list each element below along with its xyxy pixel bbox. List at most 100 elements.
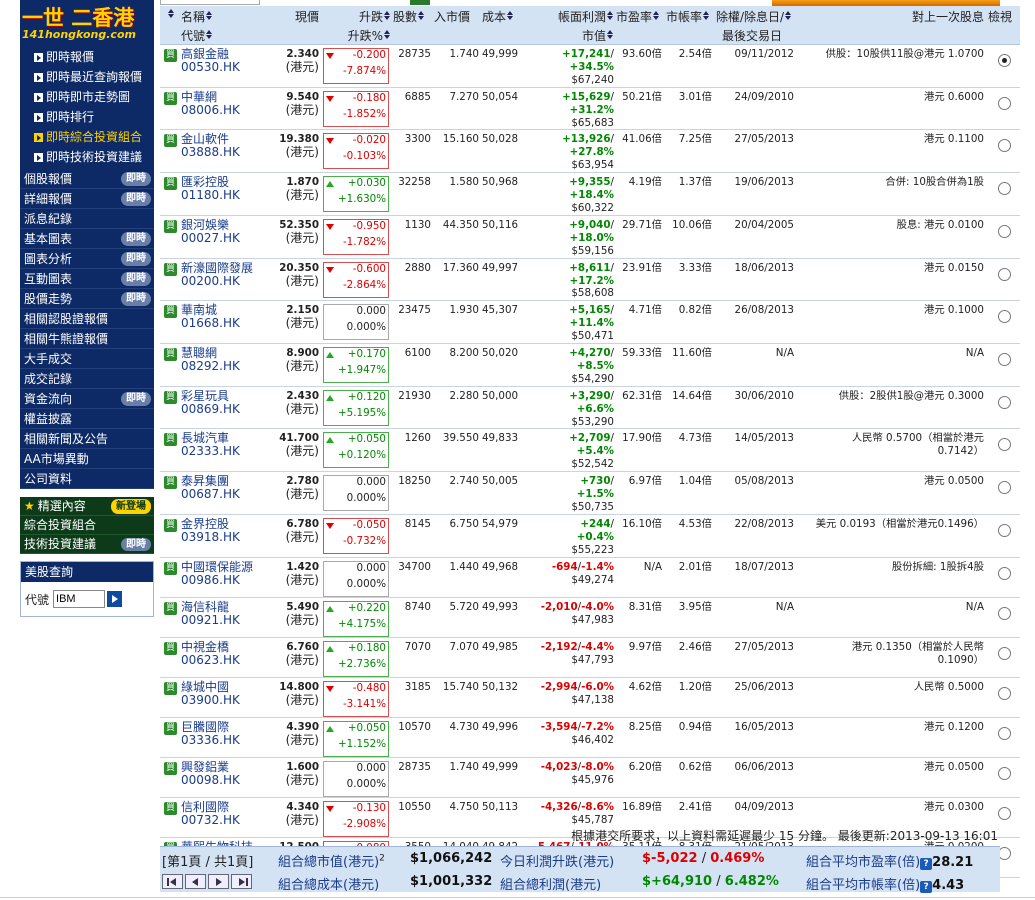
view-radio[interactable] [997,310,1011,324]
view-radio[interactable] [997,566,1011,580]
submenu-item[interactable]: 即時技術投資建議 [20,147,154,167]
stock-name-link[interactable]: 中國環保能源 [181,560,259,574]
view-radio[interactable] [997,224,1011,238]
view-radio[interactable] [997,267,1011,281]
stock-code-link[interactable]: 01180.HK [181,189,259,202]
sidebar-item[interactable]: 成交記錄 [20,369,154,389]
view-radio[interactable] [997,353,1011,367]
stock-name-link[interactable]: 中視金橋 [181,640,259,654]
go-arrow-button[interactable] [107,591,123,607]
buy-button[interactable]: 買 [164,305,177,319]
stock-code-link[interactable]: 03900.HK [181,693,259,707]
submenu-item[interactable]: 即時報價 [20,47,154,67]
view-radio[interactable] [997,139,1011,153]
view-radio[interactable] [997,481,1011,495]
submenu-item[interactable]: 即時綜合投資組合 [20,127,154,147]
help-icon[interactable]: ? [920,858,933,870]
view-radio[interactable] [997,606,1011,620]
last-page-button[interactable] [231,874,252,889]
sidebar-item[interactable]: 詳細報價 即時 [20,189,154,209]
stock-name-link[interactable]: 海信科龍 [181,600,259,614]
stock-code-link[interactable]: 03918.HK [181,530,259,544]
col-shares[interactable]: 股數 [393,6,434,45]
sidebar-item[interactable]: 大手成交 [20,349,154,369]
stock-code-link[interactable]: 00732.HK [181,813,259,827]
view-radio[interactable] [997,438,1011,452]
stock-name-link[interactable]: 興發鋁業 [181,760,259,774]
stock-code-link[interactable]: 03888.HK [181,146,259,159]
stock-name-link[interactable]: 綠城中國 [181,680,259,694]
stock-name-link[interactable]: 新濠國際發展 [181,261,259,275]
sidebar-item[interactable]: 相關牛熊證報價 [20,329,154,349]
buy-button[interactable]: 買 [164,561,177,575]
stock-code-link[interactable]: 00200.HK [181,274,259,288]
sidebar-item[interactable]: 基本圖表 即時 [20,229,154,249]
sidebar-item[interactable]: 權益披露 [20,409,154,429]
col-buy-price[interactable]: 入市價 [434,6,482,45]
col-name-code[interactable]: 名稱 代號 [181,6,259,45]
stock-code-link[interactable]: 08006.HK [181,103,259,117]
site-logo[interactable]: 一世 二香港 141hongkong.com [20,0,154,47]
stock-code-link[interactable]: 00027.HK [181,231,259,245]
us-quote-input[interactable] [53,590,106,608]
stock-code-link[interactable]: 00098.HK [181,773,259,787]
view-radio[interactable] [997,686,1011,700]
stock-name-link[interactable]: 金界控股 [181,517,259,531]
stock-name-link[interactable]: 信利國際 [181,800,259,814]
buy-button[interactable]: 買 [164,601,177,615]
first-page-button[interactable] [162,874,183,889]
buy-button[interactable]: 買 [164,390,177,404]
next-page-button[interactable] [208,874,229,889]
sort-icon[interactable] [160,6,181,45]
buy-button[interactable]: 買 [164,801,177,815]
col-price[interactable]: 現價 [259,6,323,45]
view-radio[interactable] [997,646,1011,660]
stock-code-link[interactable]: 08292.HK [181,360,259,373]
view-radio[interactable] [997,726,1011,740]
view-radio[interactable] [997,523,1011,537]
sidebar-item[interactable]: 公司資料 [20,469,154,489]
stock-name-link[interactable]: 高銀金融 [181,48,259,61]
view-radio[interactable] [997,766,1011,780]
stock-name-link[interactable]: 慧聰網 [181,347,259,360]
buy-button[interactable]: 買 [164,761,177,775]
view-radio[interactable] [997,54,1011,67]
help-icon[interactable]: ? [920,881,933,893]
submenu-item[interactable]: 即時最近查詢報價 [20,67,154,87]
submenu-item[interactable]: 即時即市走勢圖 [20,87,154,107]
view-radio[interactable] [997,96,1011,110]
sidebar-item[interactable]: 股價走勢 即時 [20,289,154,309]
stock-name-link[interactable]: 巨騰國際 [181,720,259,734]
stock-name-link[interactable]: 中華網 [181,90,259,104]
prev-page-button[interactable] [185,874,206,889]
buy-button[interactable]: 買 [164,262,177,276]
col-exdate[interactable]: 除權/除息日/最後交易日 [716,6,798,45]
buy-button[interactable]: 買 [164,219,177,233]
stock-code-link[interactable]: 00687.HK [181,488,259,501]
stock-code-link[interactable]: 00921.HK [181,613,259,627]
buy-button[interactable]: 買 [164,721,177,735]
stock-code-link[interactable]: 00530.HK [181,60,259,74]
stock-code-link[interactable]: 00869.HK [181,402,259,416]
sidebar-item[interactable]: 個股報價 即時 [20,169,154,189]
stock-code-link[interactable]: 00986.HK [181,573,259,587]
view-radio[interactable] [997,395,1011,409]
stock-code-link[interactable]: 01668.HK [181,317,259,330]
buy-button[interactable]: 買 [164,49,177,62]
stock-code-link[interactable]: 00623.HK [181,653,259,667]
sidebar-item[interactable]: 派息紀錄 [20,209,154,229]
stock-name-link[interactable]: 彩星玩具 [181,389,259,403]
sidebar-item[interactable]: AA市場異動 [20,449,154,469]
col-pb[interactable]: 市帳率 [666,6,716,45]
col-pe[interactable]: 市盈率 [616,6,666,45]
buy-button[interactable]: 買 [164,91,177,105]
buy-button[interactable]: 買 [164,177,177,191]
buy-button[interactable]: 買 [164,518,177,532]
buy-button[interactable]: 買 [164,641,177,655]
view-radio[interactable] [997,806,1011,820]
view-radio[interactable] [997,182,1011,196]
stock-name-link[interactable]: 銀河娛樂 [181,218,259,232]
col-change[interactable]: 升跌 升跌% [323,6,393,45]
stock-code-link[interactable]: 02333.HK [181,445,259,458]
featured-item[interactable]: 綜合投資組合 [20,516,154,535]
